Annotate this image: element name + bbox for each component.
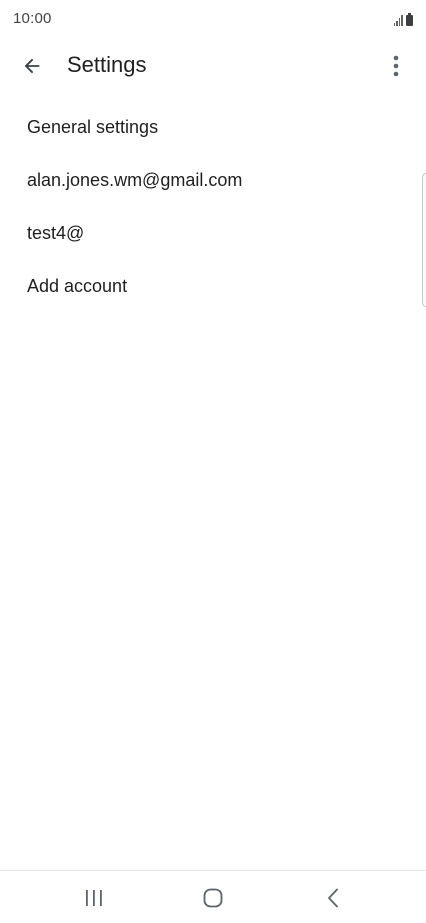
signal-icon (393, 15, 403, 26)
home-button[interactable] (189, 881, 237, 915)
recents-icon (86, 890, 102, 906)
navigation-bar (0, 870, 426, 923)
settings-item-label: Add account (27, 276, 128, 296)
settings-item-label: General settings (27, 117, 159, 137)
status-icons (393, 12, 413, 26)
account-item-alan-jones[interactable]: alan.jones.wm@gmail.com (0, 154, 420, 207)
settings-item-label: test4@ (27, 223, 85, 243)
recents-button[interactable] (70, 881, 118, 915)
more-options-button[interactable] (376, 46, 416, 86)
general-settings-item[interactable]: General settings (0, 101, 420, 154)
settings-screen: 10:00 Settings General settings alan.jon… (0, 0, 426, 923)
battery-icon (406, 13, 413, 26)
status-time: 10:00 (13, 10, 52, 27)
edge-panel-handle[interactable] (422, 173, 426, 307)
back-icon (328, 888, 338, 908)
settings-item-label: alan.jones.wm@gmail.com (27, 170, 243, 190)
home-icon (203, 888, 223, 908)
arrow-back-icon (24, 58, 40, 74)
back-button[interactable] (12, 46, 52, 86)
settings-list: General settings alan.jones.wm@gmail.com… (0, 101, 420, 313)
add-account-item[interactable]: Add account (0, 260, 420, 313)
app-bar: Settings (0, 40, 426, 92)
page-title: Settings (67, 52, 147, 77)
account-item-test4[interactable]: test4@ (0, 207, 420, 260)
system-back-button[interactable] (309, 881, 357, 915)
status-bar: 10:00 (0, 0, 426, 40)
more-vert-icon (393, 55, 399, 77)
